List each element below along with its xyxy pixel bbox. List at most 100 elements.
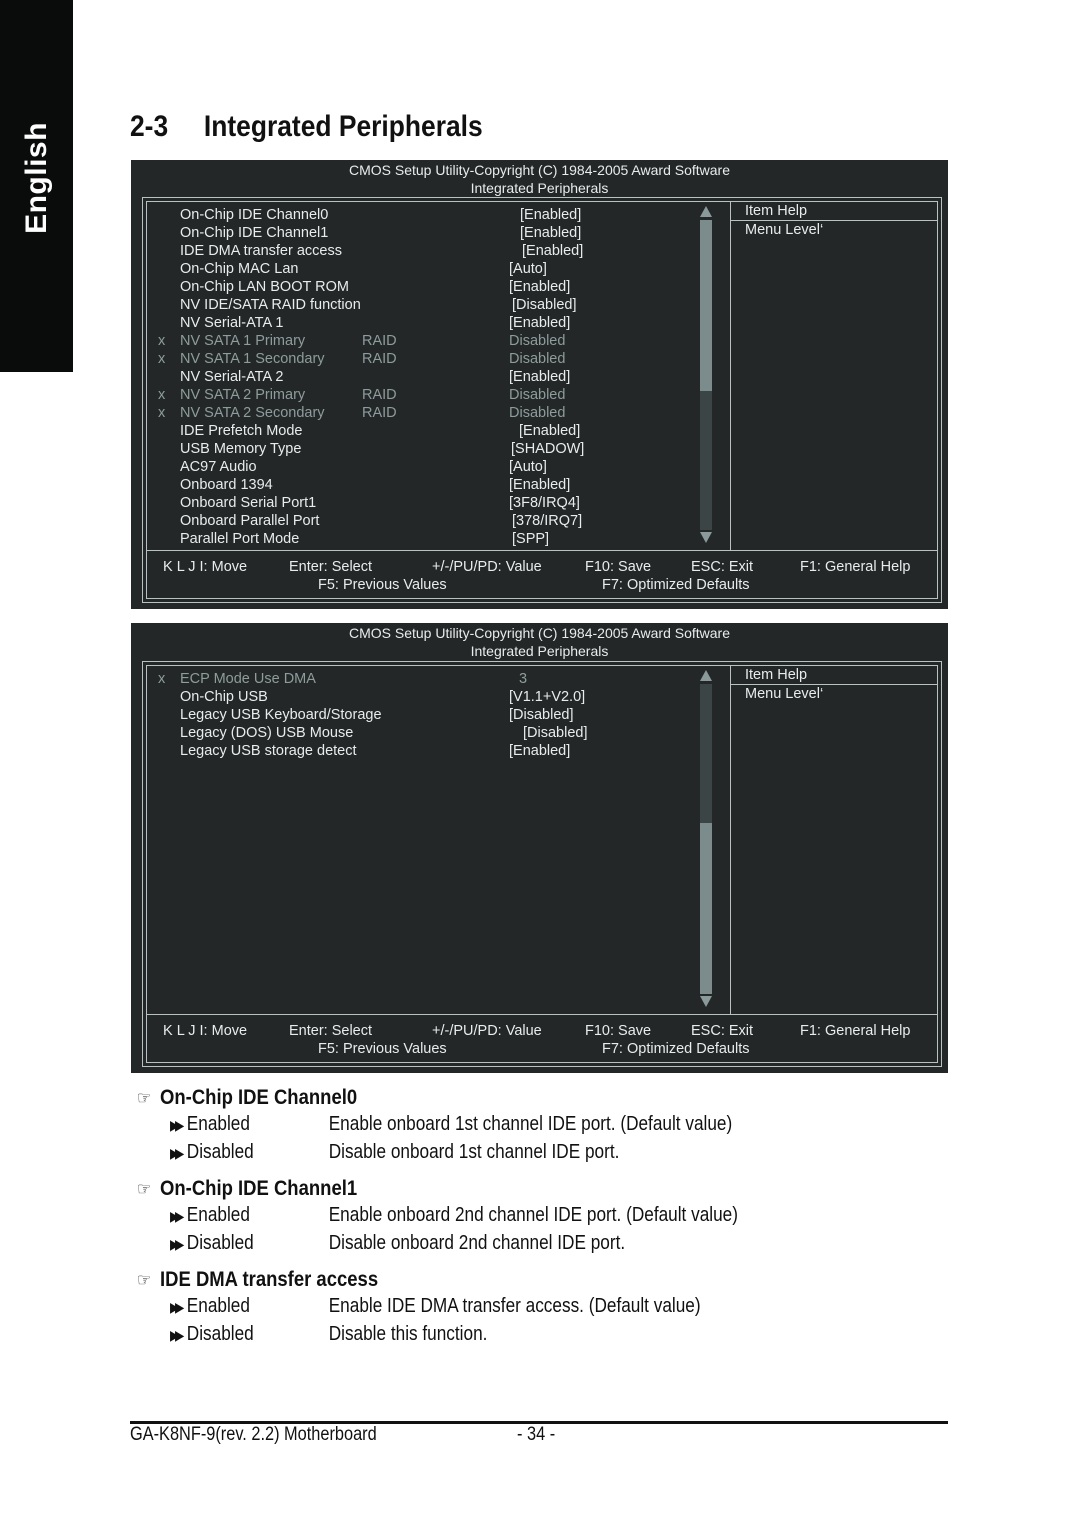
bios-page-title: Integrated Peripherals: [470, 180, 609, 196]
setting-value: [3F8/IRQ4]: [509, 495, 580, 511]
setting-value: [Enabled]: [522, 243, 584, 259]
setting-value: [Disabled]: [523, 725, 588, 741]
setting-value: [Enabled]: [520, 207, 582, 223]
setting-label: Legacy USB Keyboard/Storage: [180, 707, 382, 723]
option-title: IDE DMA transfer access: [160, 1268, 379, 1291]
setting-value: [Enabled]: [509, 315, 571, 331]
setting-label: IDE DMA transfer access: [180, 243, 342, 259]
setting-value: [Disabled]: [512, 297, 577, 313]
setting-value: Disabled: [509, 405, 566, 421]
choice-name: Disabled: [186, 1232, 254, 1254]
item-help-panel: Item Help Menu Level‘: [730, 666, 937, 1015]
setting-label: On-Chip IDE Channel0: [180, 207, 329, 223]
setting-label: NV SATA 1 Primary: [180, 333, 306, 349]
key-help: F1: General Help: [800, 1023, 911, 1039]
menu-level: Menu Level‘: [745, 222, 824, 238]
key-legend: K L J I: Move Enter: Select +/-/PU/PD: V…: [147, 1014, 937, 1062]
key-save: F10: Save: [585, 559, 652, 575]
bios-frame: x ECP Mode Use DMA 3 On-Chip USB [V1.1+V2.0]…: [142, 661, 942, 1067]
setting-label: Legacy (DOS) USB Mouse: [180, 725, 354, 741]
setting-value: [Enabled]: [509, 279, 571, 295]
option-heading: ☞ On-Chip IDE Channel0: [137, 1086, 357, 1110]
double-arrow-icon: ▶▶: [170, 1208, 184, 1224]
page-number: - 34 -: [517, 1424, 556, 1445]
key-value: +/-/PU/PD: Value: [432, 1023, 542, 1039]
scrollbar[interactable]: [700, 670, 712, 1008]
double-arrow-icon: ▶▶: [170, 1299, 184, 1315]
item-help-title: Item Help: [731, 202, 937, 221]
settings-list: x ECP Mode Use DMA 3 On-Chip USB [V1.1+V2.0]…: [147, 666, 730, 1015]
bios-inner-frame: On-Chip IDE Channel0 [Enabled] On-Chip IDE…: [146, 201, 938, 599]
setting-label: On-Chip MAC Lan: [180, 261, 299, 277]
setting-value: [Auto]: [509, 459, 547, 475]
pointing-hand-icon: ☞: [137, 1179, 152, 1199]
setting-value: Disabled: [509, 333, 566, 349]
setting-label: NV Serial-ATA 1: [180, 315, 284, 331]
setting-value: [SPP]: [512, 531, 550, 547]
choice-name: Enabled: [186, 1204, 250, 1226]
bios-copyright: CMOS Setup Utility-Copyright (C) 1984-20…: [348, 162, 730, 178]
setting-value: 3: [519, 671, 528, 687]
setting-label: NV SATA 2 Primary: [180, 387, 306, 403]
key-move: K L J I: Move: [163, 559, 248, 575]
setting-label: Onboard Serial Port1: [180, 495, 317, 511]
bios-screen-1: CMOS Setup Utility-Copyright (C) 1984-20…: [131, 160, 948, 609]
choice-description: Enable onboard 1st channel IDE port. (De…: [328, 1113, 733, 1135]
choice-name: Enabled: [186, 1113, 250, 1135]
key-defaults: F7: Optimized Defaults: [602, 577, 750, 593]
key-previous: F5: Previous Values: [318, 1041, 447, 1057]
setting-label: USB Memory Type: [180, 441, 302, 457]
scroll-thumb[interactable]: [700, 220, 712, 391]
bios-copyright: CMOS Setup Utility-Copyright (C) 1984-20…: [348, 625, 730, 641]
setting-value: [Enabled]: [520, 225, 582, 241]
setting-value: [Disabled]: [509, 707, 574, 723]
scroll-up-icon[interactable]: [700, 670, 712, 681]
setting-value: Disabled: [509, 387, 566, 403]
setting-value: Disabled: [509, 351, 566, 367]
scroll-down-icon[interactable]: [700, 532, 712, 543]
setting-value: [Auto]: [509, 261, 547, 277]
option-choice: ▶▶ Enabled Enable IDE DMA transfer access.…: [170, 1295, 701, 1318]
double-arrow-icon: ▶▶: [170, 1145, 184, 1161]
key-exit: ESC: Exit: [691, 1023, 754, 1039]
pointing-hand-icon: ☞: [137, 1270, 152, 1290]
option-choice: ▶▶ Disabled Disable onboard 2nd channel ID…: [170, 1232, 625, 1255]
scroll-thumb[interactable]: [700, 823, 712, 994]
scroll-up-icon[interactable]: [700, 206, 712, 217]
scroll-down-icon[interactable]: [700, 996, 712, 1007]
raid-label: RAID: [362, 351, 397, 367]
option-choice: ▶▶ Enabled Enable onboard 1st channel IDE …: [170, 1113, 732, 1136]
double-arrow-icon: ▶▶: [170, 1117, 184, 1133]
scrollbar[interactable]: [700, 206, 712, 544]
choice-description: Disable onboard 2nd channel IDE port.: [328, 1232, 626, 1254]
option-title: On-Chip IDE Channel0: [160, 1086, 358, 1109]
option-heading: ☞ IDE DMA transfer access: [137, 1268, 378, 1292]
key-defaults: F7: Optimized Defaults: [602, 1041, 750, 1057]
setting-label: AC97 Audio: [180, 459, 257, 475]
disabled-marker: x: [158, 671, 166, 687]
key-save: F10: Save: [585, 1023, 652, 1039]
disabled-marker: x: [158, 405, 166, 421]
footer-model: GA-K8NF-9(rev. 2.2) Motherboard: [130, 1424, 377, 1445]
setting-label: On-Chip LAN BOOT ROM: [180, 279, 349, 295]
option-choice: ▶▶ Enabled Enable onboard 2nd channel IDE …: [170, 1204, 738, 1227]
disabled-marker: x: [158, 387, 166, 403]
bios-page-title: Integrated Peripherals: [470, 643, 609, 659]
setting-label: On-Chip IDE Channel1: [180, 225, 329, 241]
raid-label: RAID: [362, 387, 397, 403]
setting-label: ECP Mode Use DMA: [180, 671, 316, 687]
setting-value: [Enabled]: [509, 477, 571, 493]
item-help-panel: Item Help Menu Level‘: [730, 202, 937, 551]
menu-level: Menu Level‘: [745, 686, 824, 702]
setting-label: On-Chip USB: [180, 689, 268, 705]
choice-description: Disable onboard 1st channel IDE port.: [328, 1141, 620, 1163]
choice-name: Enabled: [186, 1295, 250, 1317]
setting-label: Onboard 1394: [180, 477, 273, 493]
option-title: On-Chip IDE Channel1: [160, 1177, 358, 1200]
bios-frame: On-Chip IDE Channel0 [Enabled] On-Chip IDE…: [142, 197, 942, 603]
setting-label: NV SATA 1 Secondary: [180, 351, 325, 367]
key-previous: F5: Previous Values: [318, 577, 447, 593]
key-help: F1: General Help: [800, 559, 911, 575]
setting-label: NV Serial-ATA 2: [180, 369, 284, 385]
bios-inner-frame: x ECP Mode Use DMA 3 On-Chip USB [V1.1+V2.0]…: [146, 665, 938, 1063]
